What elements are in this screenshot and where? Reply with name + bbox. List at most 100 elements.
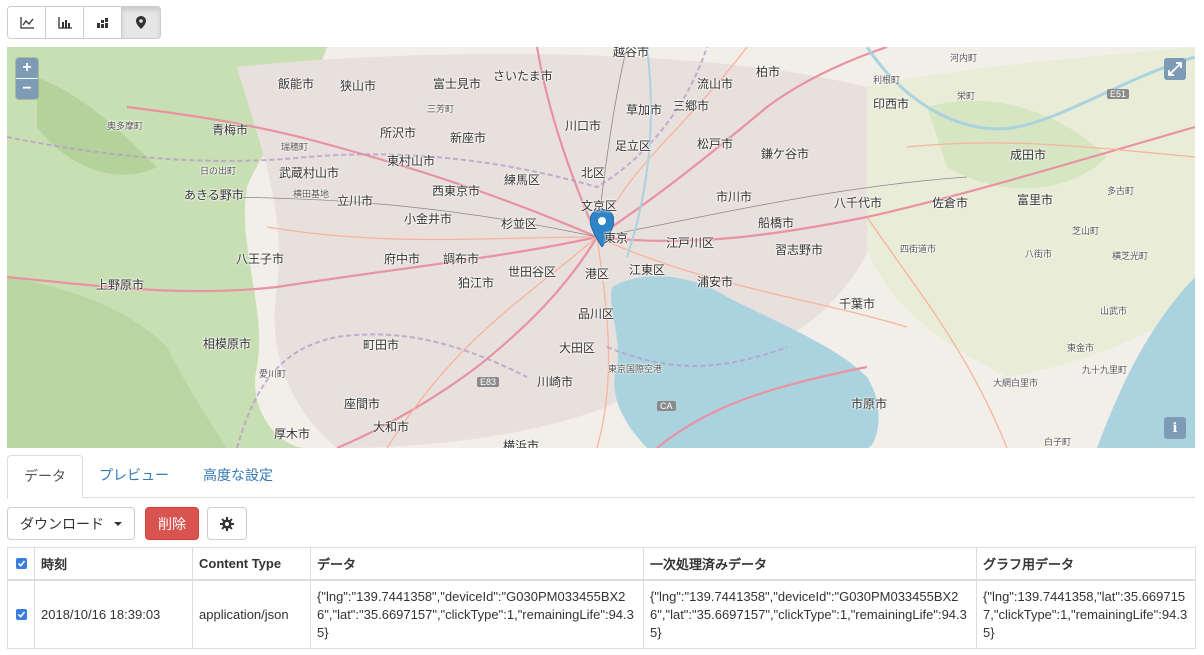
map-label: 足立区 [615,139,652,153]
map-label: 西東京市 [432,184,481,198]
map-label: 八千代市 [834,196,883,210]
map-label: 東村山市 [387,154,436,168]
bar-chart-view-button[interactable] [46,7,84,38]
map-label: 青梅市 [212,123,249,137]
column-header-data[interactable]: データ [310,547,644,581]
download-dropdown-button[interactable]: ダウンロード [7,507,135,540]
table-header-row: 時刻 Content Type データ 一次処理済みデータ グラフ用データ [7,547,1196,581]
map-label: 佐倉市 [932,196,969,210]
line-chart-view-button[interactable] [8,7,46,38]
zoom-in-button[interactable]: + [16,58,38,78]
map-label: 府中市 [384,252,421,266]
map-label: 上野原市 [96,278,145,292]
tab-preview[interactable]: プレビュー [99,455,169,496]
map-label: 三郷市 [673,99,710,113]
map-label: 越谷市 [613,47,650,59]
stacked-bar-chart-icon [96,17,108,28]
column-header-time[interactable]: 時刻 [34,547,193,581]
road-shield: CA [657,401,676,411]
map-label: 成田市 [1010,148,1047,162]
gear-icon [220,516,234,531]
map-label: 立川市 [337,194,374,208]
tab-bar: データ プレビュー 高度な設定 [7,455,1195,499]
caret-down-icon [114,521,122,526]
map-label: 鎌ケ谷市 [761,147,810,161]
cell-data: {"lng":"139.7441358","deviceId":"G030PM0… [310,579,644,649]
map-label: 所沢市 [380,126,417,140]
row-checkbox[interactable] [15,608,27,620]
map-label: 横芝光町 [1112,251,1149,261]
row-select-cell [7,579,35,649]
zoom-out-button[interactable]: − [16,78,38,99]
map-label: さいたま市 [493,69,553,83]
map-label: 富士見市 [433,77,482,91]
view-toggle-group [7,6,161,39]
expand-icon [1168,62,1182,76]
map-label: 川崎市 [537,375,574,389]
tab-data[interactable]: データ [7,455,83,499]
cell-processed-data: {"lng":"139.7441358","deviceId":"G030PM0… [643,579,977,649]
check-icon [17,560,25,567]
map-label: 市原市 [851,397,888,411]
column-header-graph-data[interactable]: グラフ用データ [976,547,1196,581]
map-label: 山武市 [1100,306,1128,316]
table-row[interactable]: 2018/10/16 18:39:03 application/json {"l… [7,579,1196,649]
map-label: 横浜市 [503,439,540,448]
stacked-bar-chart-view-button[interactable] [84,7,122,38]
cell-time: 2018/10/16 18:39:03 [34,579,193,649]
settings-button[interactable] [207,507,247,540]
select-all-cell [7,547,35,581]
tab-advanced-settings[interactable]: 高度な設定 [203,455,273,496]
map-label: 草加市 [626,103,663,117]
download-label: ダウンロード [20,515,104,532]
map-label: 港区 [585,267,610,281]
map-label: 習志野市 [775,243,824,257]
select-all-checkbox[interactable] [15,558,27,569]
delete-button[interactable]: 削除 [145,507,199,540]
cell-graph-data: {"lng":139.7441358,"lat":35.6697157,"cli… [976,579,1196,649]
road-shield: E83 [477,377,500,387]
map-info-button[interactable]: i [1164,417,1186,439]
map-label: 四街道市 [900,244,937,254]
map-label: 柏市 [756,65,781,79]
map-label: 船橋市 [758,216,795,230]
data-table: 時刻 Content Type データ 一次処理済みデータ グラフ用データ 20… [7,547,1196,649]
map-label: 流山市 [697,77,734,91]
map-label: 相模原市 [203,337,252,351]
map-view-button[interactable] [122,7,160,38]
map-label: 武蔵村山市 [279,166,340,180]
map-label: 多古町 [1107,186,1135,196]
map-label: 日の出町 [200,166,237,176]
column-header-processed-data[interactable]: 一次処理済みデータ [643,547,977,581]
bar-chart-icon [57,16,72,29]
fullscreen-button[interactable] [1164,58,1186,80]
map-label: 瑞穂町 [281,142,309,152]
map-label: 横田基地 [293,189,330,199]
map-label: 品川区 [578,307,615,321]
map-label: 調布市 [443,252,480,266]
map-label: 新座市 [450,131,487,145]
map-label: 町田市 [363,338,400,352]
map-label: 大田区 [559,341,596,355]
map-label: 練馬区 [504,173,541,187]
map-label: 印西市 [873,97,910,111]
map-label: 芝山町 [1072,226,1100,236]
map-label: 河内町 [950,53,978,63]
map-label: 千葉市 [839,297,876,311]
map-label: 富里市 [1017,193,1054,207]
map-label: 利根町 [873,75,901,85]
map-label: 奥多摩町 [107,121,144,131]
map-label: 東金市 [1067,343,1095,353]
map-label: 東京 [604,231,629,245]
map-label: 大網白里市 [993,378,1039,388]
map-label: 白子町 [1044,437,1072,447]
map-view[interactable]: + − i 越谷市 さいたま市 飯能市 狭山市 富士見市 三芳町 流山市 柏市 … [7,47,1195,448]
map-label: 厚木市 [274,427,311,441]
map-label: 北区 [581,166,606,180]
line-chart-icon [19,16,34,29]
map-label: 世田谷区 [508,265,557,279]
map-label: 杉並区 [501,217,538,231]
column-header-content-type[interactable]: Content Type [192,547,311,581]
map-label: 愛川町 [259,369,287,379]
map-label: 三芳町 [427,104,455,114]
